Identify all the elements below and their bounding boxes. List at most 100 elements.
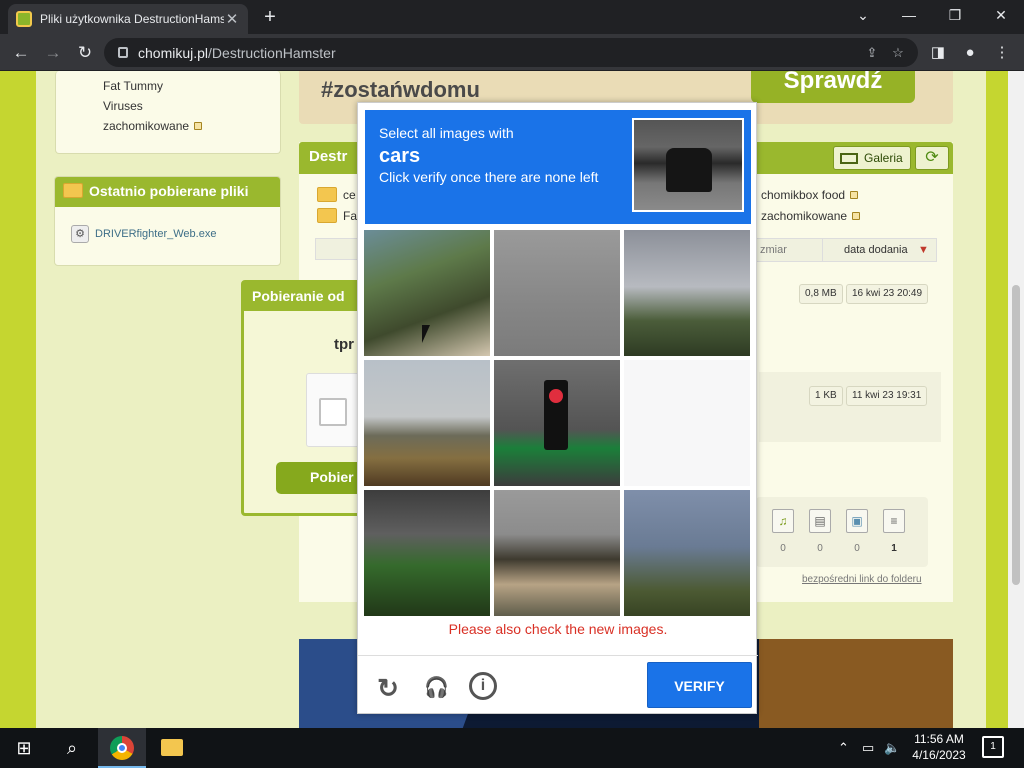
show-hidden-icons-icon[interactable]: ⌃ xyxy=(838,728,849,768)
captcha-footer: ↻ 🎧 i VERIFY xyxy=(358,655,758,715)
folder-icon xyxy=(317,208,337,223)
folder-title: Destr xyxy=(309,148,348,165)
share-icon[interactable]: ⇪ xyxy=(862,43,882,63)
lock-icon xyxy=(194,122,203,130)
recent-file-name: DRIVERfighter_Web.exe xyxy=(95,228,217,240)
sort-size[interactable]: zmiar xyxy=(760,244,787,256)
reload-icon[interactable]: ↻ xyxy=(72,40,98,66)
music-type-icon[interactable]: ♫ xyxy=(770,509,796,537)
subfolder-label: chomikbox food xyxy=(761,188,846,202)
browser-toolbar: ← → ↻ chomikuj.pl /DestructionHamster ⇪ … xyxy=(0,34,1024,71)
subfolder-link[interactable]: ce xyxy=(317,187,356,202)
captcha-tile-loading[interactable] xyxy=(624,360,750,486)
tab-search-button[interactable]: ⌄ xyxy=(840,0,886,30)
file-date-badge: 11 kwi 23 19:31 xyxy=(846,386,928,406)
new-tab-button[interactable]: + xyxy=(258,4,282,30)
lock-icon xyxy=(850,191,859,199)
download-panel-title: Pobieranie od xyxy=(244,283,364,311)
site-favicon-icon xyxy=(16,11,32,27)
subfolder-link[interactable]: Fa xyxy=(317,208,357,223)
recaptcha-checkbox[interactable] xyxy=(319,398,347,426)
captcha-tile[interactable] xyxy=(494,360,620,486)
file-size-badge: 1 KB xyxy=(809,386,843,406)
browser-tab-bar: Pliki użytkownika DestructionHamster ✕ +… xyxy=(0,0,1024,34)
folder-icon xyxy=(317,187,337,202)
file-date-badge: 16 kwi 23 20:49 xyxy=(846,284,929,304)
captcha-challenge: Select all images with cars Click verify… xyxy=(357,102,758,715)
video-count: 0 xyxy=(817,543,823,554)
banner-check-button[interactable]: Sprawdź xyxy=(751,71,915,103)
banner-hashtag: #zostańwdomu xyxy=(321,77,480,102)
reload-challenge-icon[interactable]: ↻ xyxy=(374,672,402,701)
gear-icon: ⚙ xyxy=(71,225,89,243)
taskbar-clock[interactable]: 11:56 AM 4/16/2023 xyxy=(908,731,970,763)
url-path: /DestructionHamster xyxy=(208,44,336,61)
info-icon[interactable]: i xyxy=(469,672,497,700)
file-row xyxy=(759,372,941,442)
forward-icon[interactable]: → xyxy=(40,40,66,66)
folder-icon xyxy=(63,183,83,198)
address-bar[interactable]: chomikuj.pl /DestructionHamster ⇪ ☆ xyxy=(104,38,918,67)
direct-folder-link[interactable]: bezpośredni link do folderu xyxy=(802,574,922,585)
captcha-sample-image xyxy=(632,118,744,212)
url-domain: chomikuj.pl xyxy=(138,44,209,61)
menu-icon[interactable]: ⋮ xyxy=(990,40,1014,66)
car-image xyxy=(666,148,712,192)
lock-icon xyxy=(852,212,861,220)
chrome-taskbar-icon[interactable] xyxy=(98,728,146,768)
network-icon[interactable]: ▭ xyxy=(862,728,874,768)
page-scrollbar[interactable] xyxy=(1008,71,1024,728)
lock-icon[interactable] xyxy=(118,47,128,58)
side-panel-icon[interactable]: ◨ xyxy=(926,40,950,66)
recent-downloads-header: Ostatnio pobierane pliki xyxy=(55,177,280,207)
file-size-badge: 0,8 MB xyxy=(799,284,843,304)
verify-button[interactable]: VERIFY xyxy=(647,662,752,708)
captcha-target: cars xyxy=(379,145,421,167)
bookmark-star-icon[interactable]: ☆ xyxy=(888,43,908,63)
captcha-tile[interactable] xyxy=(494,230,620,356)
close-window-button[interactable]: ✕ xyxy=(978,0,1024,30)
red-light xyxy=(549,389,563,403)
recent-file-link[interactable]: ⚙ DRIVERfighter_Web.exe xyxy=(71,225,216,243)
browser-tab[interactable]: Pliki użytkownika DestructionHamster ✕ xyxy=(8,4,248,34)
video-type-icon[interactable]: ▤ xyxy=(807,509,833,537)
profile-icon[interactable]: ● xyxy=(958,40,982,66)
audio-challenge-icon[interactable]: 🎧 xyxy=(421,672,449,700)
volume-icon[interactable]: 🔈 xyxy=(884,728,900,768)
sort-date[interactable]: data dodania xyxy=(844,244,908,256)
start-button[interactable]: ⊞ xyxy=(0,728,48,768)
time-label: 11:56 AM xyxy=(914,732,964,746)
subfolder-label: Fa xyxy=(343,208,358,223)
sort-arrow-icon[interactable]: ▼ xyxy=(918,244,929,256)
mouse-cursor-icon xyxy=(422,325,430,343)
recent-downloads-title: Ostatnio pobierane pliki xyxy=(89,183,249,199)
restore-button[interactable]: ❐ xyxy=(932,0,978,30)
back-icon[interactable]: ← xyxy=(8,40,34,66)
captcha-tile[interactable] xyxy=(364,360,490,486)
notification-center-icon[interactable]: 1 xyxy=(982,736,1004,758)
minimize-button[interactable]: — xyxy=(886,0,932,30)
refresh-icon[interactable]: ⟳ xyxy=(915,146,949,170)
folder-link[interactable]: Fat Tummy xyxy=(103,79,163,93)
tab-title: Pliki użytkownika DestructionHamster xyxy=(40,12,224,26)
image-type-icon[interactable]: ▣ xyxy=(844,509,870,537)
tab-close-icon[interactable]: ✕ xyxy=(224,10,240,28)
search-icon[interactable]: ⌕ xyxy=(48,728,96,768)
document-type-icon[interactable]: ≡ xyxy=(881,509,907,537)
subfolder-link[interactable]: zachomikowane xyxy=(761,209,861,223)
folder-link[interactable]: zachomikowane xyxy=(103,119,203,133)
gallery-label: Galeria xyxy=(864,151,903,165)
folder-label: zachomikowane xyxy=(103,119,190,133)
folder-tree: Fat Tummy Viruses zachomikowane xyxy=(55,71,281,154)
file-explorer-icon[interactable] xyxy=(148,728,196,768)
captcha-tile[interactable] xyxy=(364,490,490,616)
download-panel: Pobieranie od tpr Pobier xyxy=(241,280,376,516)
subfolder-link[interactable]: chomikbox food xyxy=(761,188,859,202)
captcha-tile[interactable] xyxy=(494,490,620,616)
captcha-tile[interactable] xyxy=(624,490,750,616)
folder-link[interactable]: Viruses xyxy=(103,99,143,113)
gallery-button[interactable]: Galeria xyxy=(833,146,911,170)
subfolder-label: ce xyxy=(343,187,356,202)
captcha-tile[interactable] xyxy=(624,230,750,356)
scrollbar-thumb[interactable] xyxy=(1012,285,1020,585)
